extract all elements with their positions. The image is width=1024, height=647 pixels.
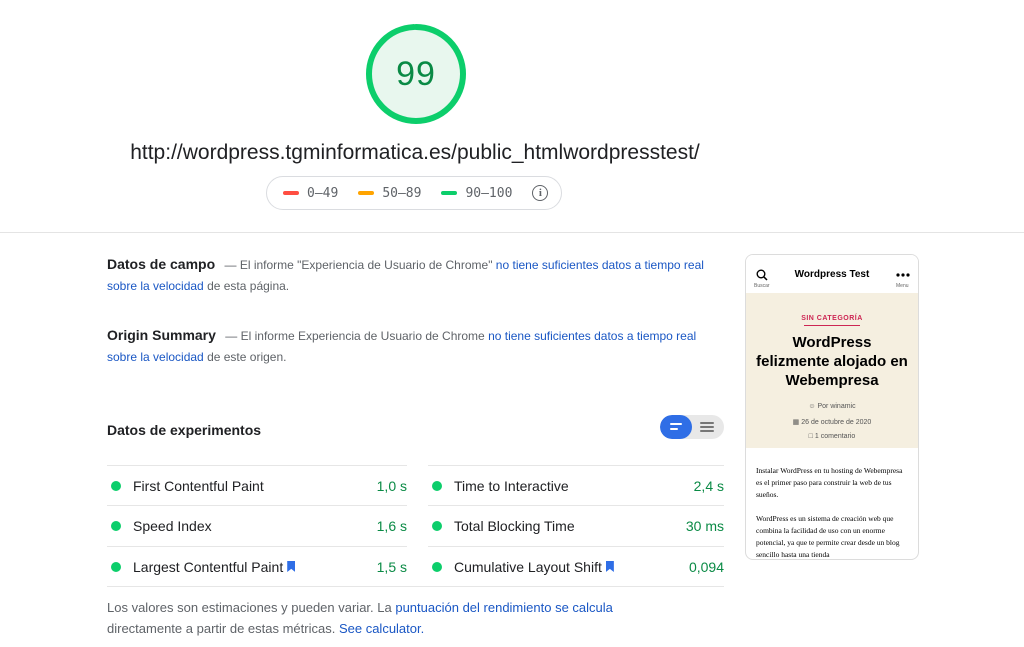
site-title: Wordpress Test — [794, 269, 870, 280]
info-icon[interactable]: i — [532, 185, 549, 201]
legend-item-average: 50–89 — [358, 186, 421, 201]
metric-value: 1,5 s — [376, 558, 407, 575]
post-author-text: Por winamic — [817, 403, 856, 410]
metric-label: Largest Contentful Paint — [133, 558, 284, 575]
metric-value: 0,094 — [688, 558, 724, 575]
post-paragraph: Instalar WordPress en tu hosting de Webe… — [756, 466, 903, 499]
list-expanded-icon[interactable] — [692, 415, 724, 439]
legend-swatch-average — [358, 191, 375, 195]
metric-label: Cumulative Layout Shift — [454, 558, 602, 575]
metric-label: Speed Index — [133, 517, 212, 534]
post-date-text: 26 de octubre de 2020 — [801, 419, 872, 426]
metric-label: Time to Interactive — [454, 477, 569, 494]
search-label: Buscar — [754, 283, 770, 289]
metric-row: Largest Contentful Paint 1,5 s — [107, 546, 407, 586]
score-calculation-link[interactable]: puntuación del rendimiento se calcula — [395, 600, 613, 615]
post-paragraph: WordPress es un sistema de creación web … — [756, 514, 900, 559]
metric-value: 1,0 s — [376, 477, 407, 494]
legend-item-good: 90–100 — [441, 186, 512, 201]
pass-indicator-icon — [432, 561, 442, 572]
field-data-prefix: — El informe "Experiencia de Usuario de … — [224, 258, 493, 272]
metric-row: Total Blocking Time 30 ms — [428, 505, 724, 545]
metric-value: 2,4 s — [693, 477, 724, 494]
post-heading: WordPress felizmente alojado en Webempre… — [756, 334, 908, 389]
metric-label: First Contentful Paint — [133, 477, 264, 494]
origin-summary-prefix: — El informe Experiencia de Usuario de C… — [225, 329, 485, 343]
metric-row: Cumulative Layout Shift 0,094 — [428, 546, 724, 586]
menu-label: Menu — [896, 283, 909, 289]
post-date: ▦ 26 de octubre de 2020 — [746, 418, 918, 426]
origin-summary-title: Origin Summary — [107, 327, 216, 343]
metric-row: First Contentful Paint 1,0 s — [107, 465, 407, 505]
metric-value: 1,6 s — [376, 517, 407, 534]
more-dots-icon — [896, 273, 910, 277]
user-icon: ☺ — [808, 403, 816, 410]
field-data-section: Datos de campo — El informe "Experiencia… — [107, 254, 707, 297]
see-calculator-link[interactable]: See calculator. — [339, 621, 424, 636]
post-comments-text: 1 comentario — [814, 433, 856, 440]
field-data-title: Datos de campo — [107, 256, 216, 272]
pass-indicator-icon — [432, 520, 442, 531]
post-author: ☺ Por winamic — [746, 403, 918, 410]
legend-swatch-poor — [283, 191, 299, 195]
pass-indicator-icon — [432, 480, 442, 491]
header-divider — [0, 232, 1024, 233]
metric-row: Time to Interactive 2,4 s — [428, 465, 724, 505]
calendar-icon: ▦ — [792, 419, 800, 426]
origin-summary-section: Origin Summary — El informe Experiencia … — [107, 325, 707, 368]
performance-score: 99 — [396, 54, 436, 93]
lab-data-title: Datos de experimentos — [107, 422, 262, 438]
metric-row: Speed Index 1,6 s — [107, 505, 407, 545]
pass-indicator-icon — [111, 480, 121, 491]
comment-icon: □ — [808, 433, 813, 440]
pass-indicator-icon — [111, 520, 121, 531]
metrics-divider — [107, 586, 724, 587]
legend-label-poor: 0–49 — [307, 185, 339, 201]
post-comments: □ 1 comentario — [746, 433, 918, 440]
legend-item-poor: 0–49 — [283, 186, 338, 201]
metrics-footnote: Los valores son estimaciones y pueden va… — [107, 597, 677, 639]
tested-url: http://wordpress.tgminformatica.es/publi… — [130, 141, 700, 164]
footnote-text: directamente a partir de estas métricas. — [107, 621, 336, 636]
pass-indicator-icon — [111, 561, 121, 572]
origin-summary-suffix: de este origen. — [207, 350, 287, 364]
footnote-text: Los valores son estimaciones y pueden va… — [107, 600, 392, 615]
legend-label-good: 90–100 — [465, 185, 513, 201]
legend-label-average: 50–89 — [382, 185, 422, 201]
category-underline — [804, 325, 860, 326]
bookmark-icon[interactable] — [287, 561, 296, 572]
metrics-view-toggle[interactable] — [660, 415, 724, 439]
phone-header: Buscar Wordpress Test Menu — [746, 255, 918, 294]
bookmark-icon[interactable] — [605, 561, 614, 572]
metric-label: Total Blocking Time — [454, 517, 575, 534]
metric-value: 30 ms — [685, 517, 724, 534]
final-screenshot: Buscar Wordpress Test Menu SIN CATEGORÍA… — [745, 254, 919, 560]
field-data-suffix: de esta página. — [207, 279, 290, 293]
score-legend: 0–49 50–89 90–100 i — [266, 176, 562, 210]
list-compact-icon[interactable] — [660, 415, 692, 439]
legend-swatch-good — [441, 191, 458, 195]
post-category: SIN CATEGORÍA — [801, 315, 863, 322]
